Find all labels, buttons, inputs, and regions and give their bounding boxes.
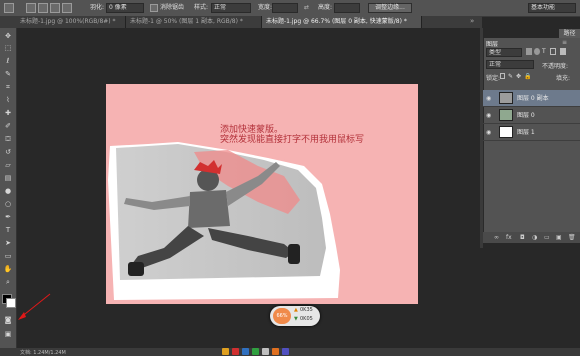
blur-icon[interactable]: ● [3, 187, 13, 196]
refine-edge-button[interactable]: 调整边缘... [368, 3, 412, 13]
quick-select-icon[interactable]: ✎ [3, 70, 13, 79]
tab-overflow-icon[interactable]: » [470, 17, 474, 25]
antialias-label: 消除锯齿 [160, 4, 185, 11]
new-layer-icon[interactable]: ▣ [556, 234, 562, 241]
move-tool-icon[interactable]: ✥ [3, 32, 13, 41]
layer-thumbnail [499, 126, 513, 138]
document-size-status: 文档: 1.24M/1.24M [20, 350, 66, 356]
lock-position-icon[interactable]: ✥ [516, 73, 521, 80]
layer-name: 图层 1 [517, 129, 535, 136]
workspace-select[interactable]: 基本功能 [528, 3, 576, 13]
screen-mode-icon[interactable]: ▣ [3, 330, 13, 339]
layer-kind-filter[interactable]: 类型 [486, 48, 522, 57]
brush-icon[interactable]: ✐ [3, 122, 13, 131]
navigator-value-2: 0K05 [300, 316, 313, 322]
width-label: 宽度: [258, 4, 273, 11]
filter-smart-icon[interactable] [560, 48, 566, 55]
adjustment-layer-icon[interactable]: ◑ [532, 234, 537, 241]
lock-transparent-icon[interactable] [500, 73, 505, 79]
layer-name: 图层 0 [517, 112, 535, 119]
hand-icon[interactable]: ✋ [3, 265, 13, 274]
new-selection-icon[interactable] [26, 3, 36, 13]
tab-doc-3[interactable]: 未标题-1.jpg @ 66.7% (图层 0 副本, 快速蒙版/8) * [262, 16, 422, 28]
eyedropper-icon[interactable]: ⌇ [3, 96, 13, 105]
healing-brush-icon[interactable]: ✚ [3, 109, 13, 118]
feather-input[interactable]: 0 像素 [106, 3, 144, 13]
new-group-icon[interactable]: ▭ [544, 234, 550, 241]
subtract-selection-icon[interactable] [50, 3, 60, 13]
tab-doc-2[interactable]: 未标题-1 @ 50% (图层 1 副本, RGB/8) * [126, 16, 262, 28]
type-tool-icon[interactable]: T [3, 226, 13, 235]
layers-panel-title: 图层 [486, 41, 499, 48]
upload-arrow-icon: ▲ [294, 307, 298, 313]
lock-all-icon[interactable]: 🔒 [524, 73, 531, 80]
filter-adjust-icon[interactable] [534, 48, 540, 55]
red-arrow-annotation [18, 293, 51, 320]
layer-row[interactable]: ◉ 图层 0 [483, 107, 580, 124]
tray-icon[interactable] [252, 348, 259, 355]
style-select[interactable]: 正常 [211, 3, 251, 13]
antialias-checkbox[interactable] [150, 4, 158, 12]
panel-menu-icon[interactable]: ≡ [562, 39, 567, 46]
add-mask-icon[interactable]: ◘ [520, 234, 525, 241]
path-select-icon[interactable]: ➤ [3, 239, 13, 248]
filter-shape-icon[interactable] [550, 48, 556, 55]
height-input[interactable] [334, 3, 360, 13]
visibility-eye-icon[interactable]: ◉ [486, 112, 493, 119]
filter-type-icon[interactable]: T [542, 48, 546, 55]
layer-row[interactable]: ◉ 图层 1 [483, 124, 580, 141]
clone-stamp-icon[interactable]: ⛋ [3, 135, 13, 144]
height-label: 高度: [318, 4, 333, 11]
zoom-icon[interactable]: ⌕ [3, 278, 13, 287]
width-input[interactable] [272, 3, 298, 13]
link-layers-icon[interactable]: ∞ [494, 234, 499, 241]
feather-label: 羽化: [90, 4, 105, 11]
lock-pixels-icon[interactable]: ✎ [508, 73, 513, 80]
dodge-icon[interactable]: ○ [3, 200, 13, 209]
tray-icon[interactable] [262, 348, 269, 355]
tray-icon[interactable] [282, 348, 289, 355]
style-label: 样式: [194, 4, 209, 11]
masked-photo [108, 140, 342, 300]
filter-pixel-icon[interactable] [526, 48, 532, 55]
visibility-eye-icon[interactable]: ◉ [486, 95, 493, 102]
crop-icon[interactable]: ⌗ [3, 83, 13, 92]
layer-row[interactable]: ◉ 图层 0 副本 [483, 90, 580, 107]
quick-mask-icon[interactable]: ◙ [3, 316, 13, 325]
shape-icon[interactable]: ▭ [3, 252, 13, 261]
layer-name: 图层 0 副本 [517, 95, 549, 102]
layer-thumbnail [499, 92, 513, 104]
annotation-line-2: 突然发现能直接打字不用我用鼠标写 [220, 135, 365, 145]
add-selection-icon[interactable] [38, 3, 48, 13]
zoom-percent-badge: 66% [273, 308, 291, 324]
download-arrow-icon: ▼ [294, 316, 298, 322]
tab-paths[interactable]: 路径 [559, 29, 580, 38]
tray-icon[interactable] [222, 348, 229, 355]
lasso-icon[interactable]: ℓ [3, 57, 13, 66]
blend-mode-select[interactable]: 正常 [486, 60, 534, 69]
delete-layer-icon[interactable]: 🗑 [568, 234, 576, 241]
layer-style-icon[interactable]: fx [506, 234, 512, 241]
intersect-selection-icon[interactable] [62, 3, 72, 13]
pen-icon[interactable]: ✒ [3, 213, 13, 222]
marquee-tool-icon[interactable] [4, 3, 14, 13]
opacity-label: 不透明度: [542, 63, 569, 70]
eraser-icon[interactable]: ▱ [3, 161, 13, 170]
gradient-icon[interactable]: ▤ [3, 174, 13, 183]
layer-thumbnail [499, 109, 513, 121]
tray-icon[interactable] [242, 348, 249, 355]
history-brush-icon[interactable]: ↺ [3, 148, 13, 157]
lock-label: 锁定: [486, 75, 501, 82]
status-bar [0, 348, 580, 356]
rect-marquee-icon[interactable]: ⬚ [3, 44, 13, 53]
navigator-value-1: 0K35 [300, 307, 313, 313]
fill-label: 填充: [556, 75, 571, 82]
tray-icon[interactable] [272, 348, 279, 355]
visibility-eye-icon[interactable]: ◉ [486, 129, 493, 136]
tab-doc-1[interactable]: 未标题-1.jpg @ 100%(RGB/8#) * [16, 16, 126, 28]
tray-icon[interactable] [232, 348, 239, 355]
swap-icon[interactable]: ⇄ [304, 3, 309, 13]
